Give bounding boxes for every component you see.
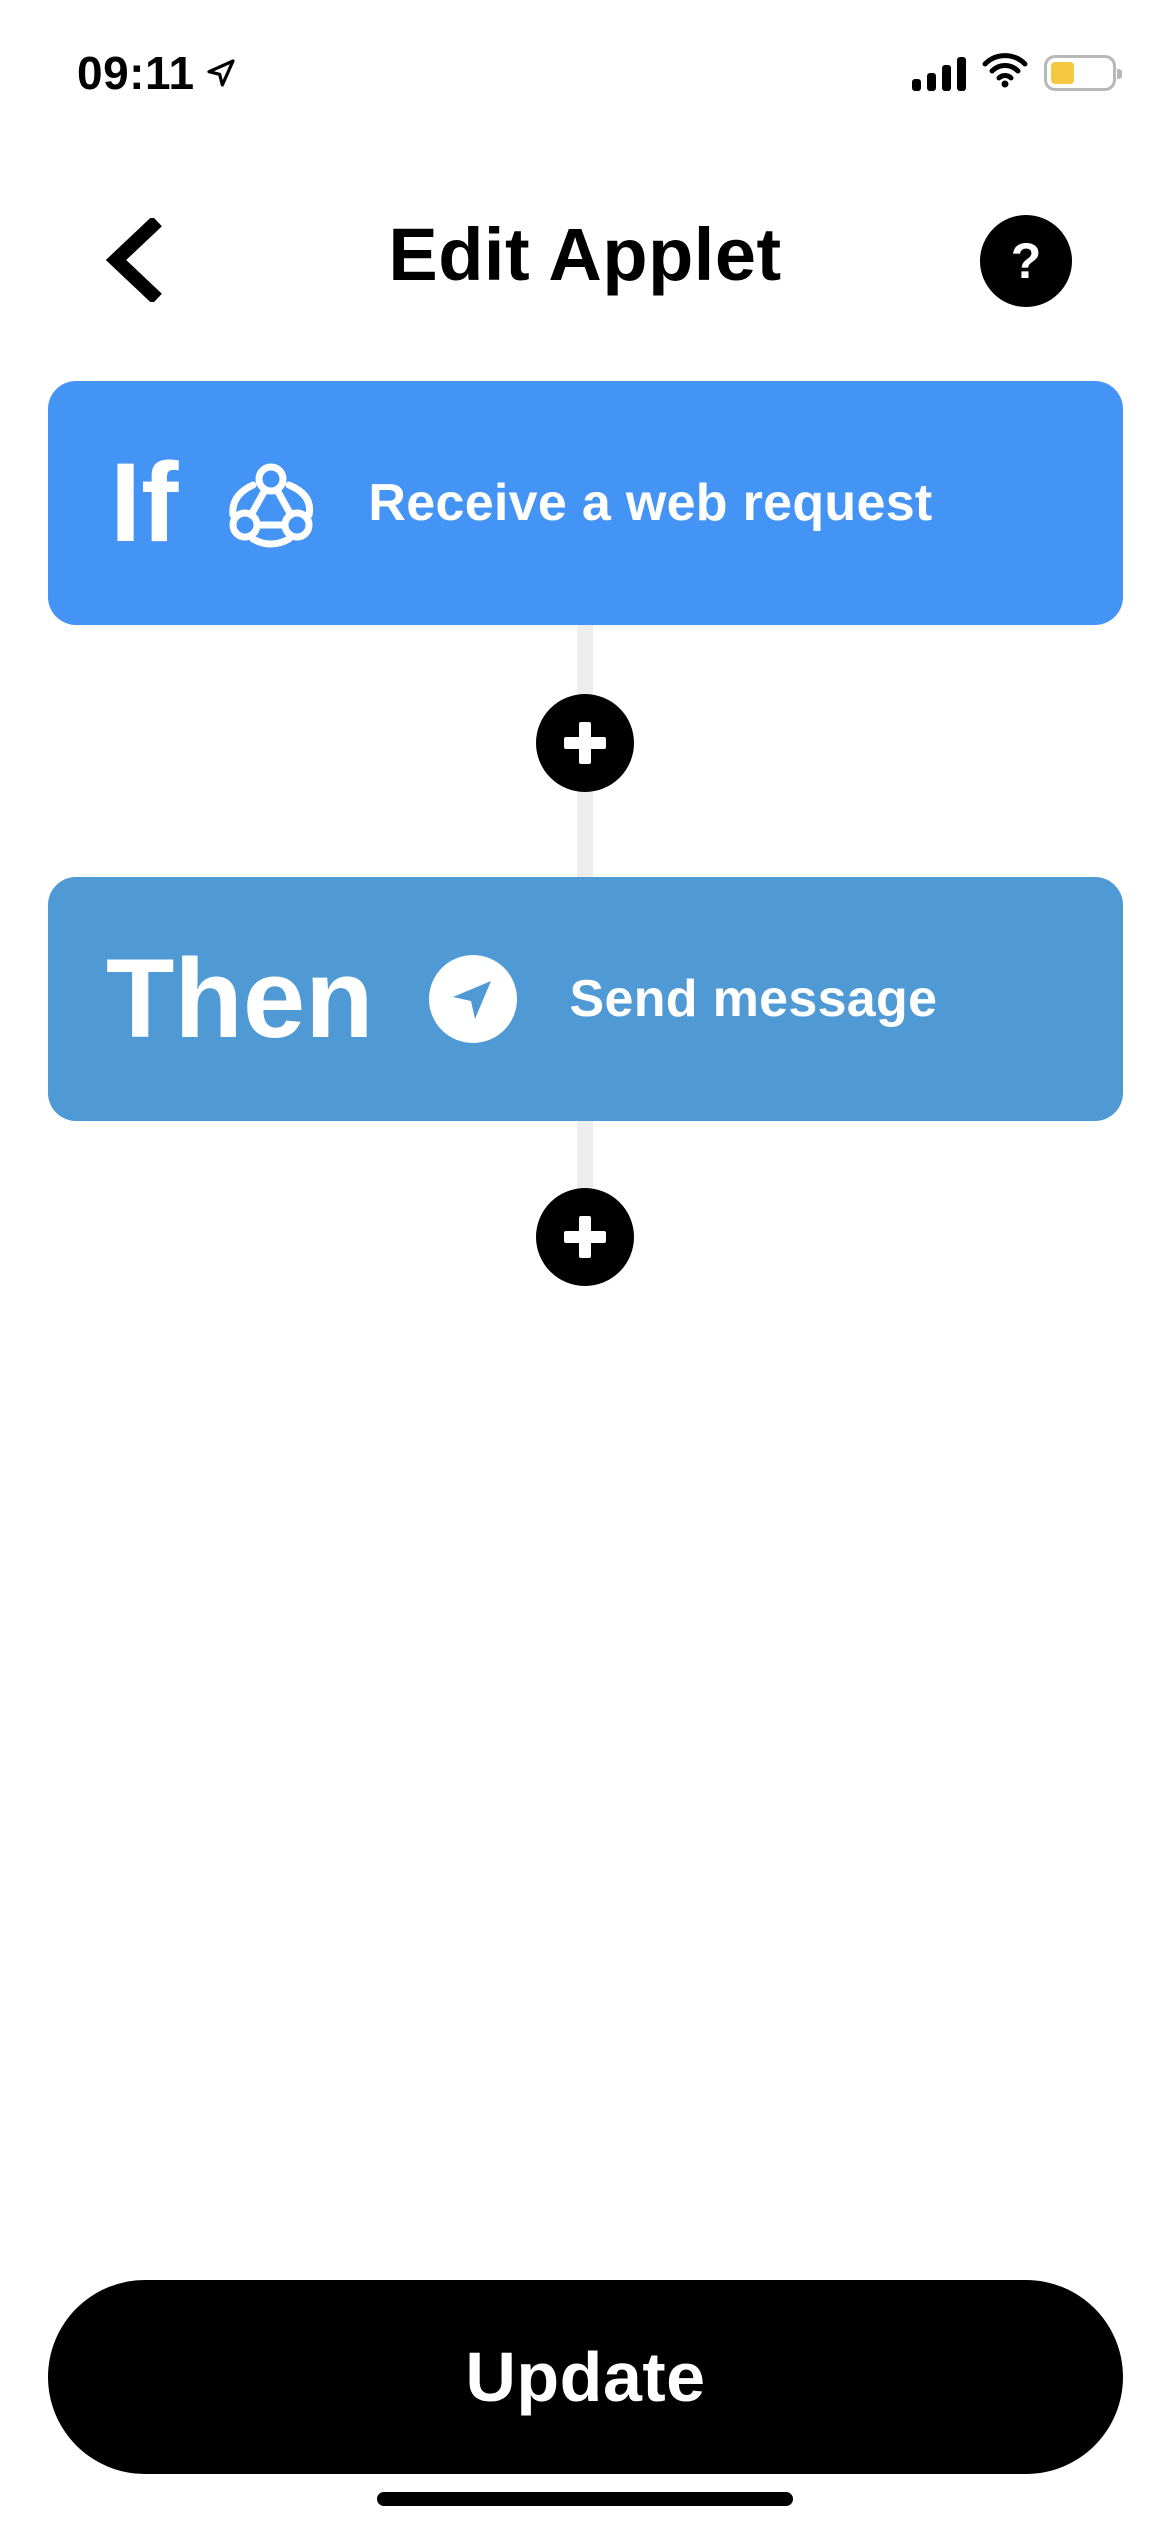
question-mark-icon: ? (1010, 233, 1042, 289)
action-card[interactable]: Then Send message (48, 877, 1123, 1121)
add-step-button[interactable] (536, 694, 634, 792)
edit-applet-screen: 09:11 Edit Applet ? If Receive a web req… (0, 0, 1170, 2532)
add-step-button[interactable] (536, 1188, 634, 1286)
trigger-card[interactable]: If Receive a web request (48, 381, 1123, 625)
trigger-keyword: If (110, 440, 179, 565)
wifi-icon (982, 52, 1028, 93)
webhook-icon (222, 454, 320, 552)
location-arrow-icon (205, 46, 237, 100)
cellular-signal-icon (912, 55, 966, 91)
action-label: Send message (569, 970, 938, 1028)
status-indicators (912, 52, 1122, 93)
update-button-label: Update (465, 2338, 706, 2416)
send-arrow-icon (424, 950, 522, 1048)
plus-icon (564, 722, 606, 764)
action-keyword: Then (106, 936, 374, 1061)
status-time: 09:11 (77, 46, 237, 100)
status-time-text: 09:11 (77, 47, 195, 99)
update-button[interactable]: Update (48, 2280, 1123, 2474)
help-button[interactable]: ? (980, 215, 1072, 307)
trigger-label: Receive a web request (368, 474, 933, 532)
plus-icon (564, 1216, 606, 1258)
home-indicator[interactable] (377, 2492, 793, 2506)
battery-level (1051, 61, 1075, 84)
battery-icon (1044, 54, 1122, 91)
